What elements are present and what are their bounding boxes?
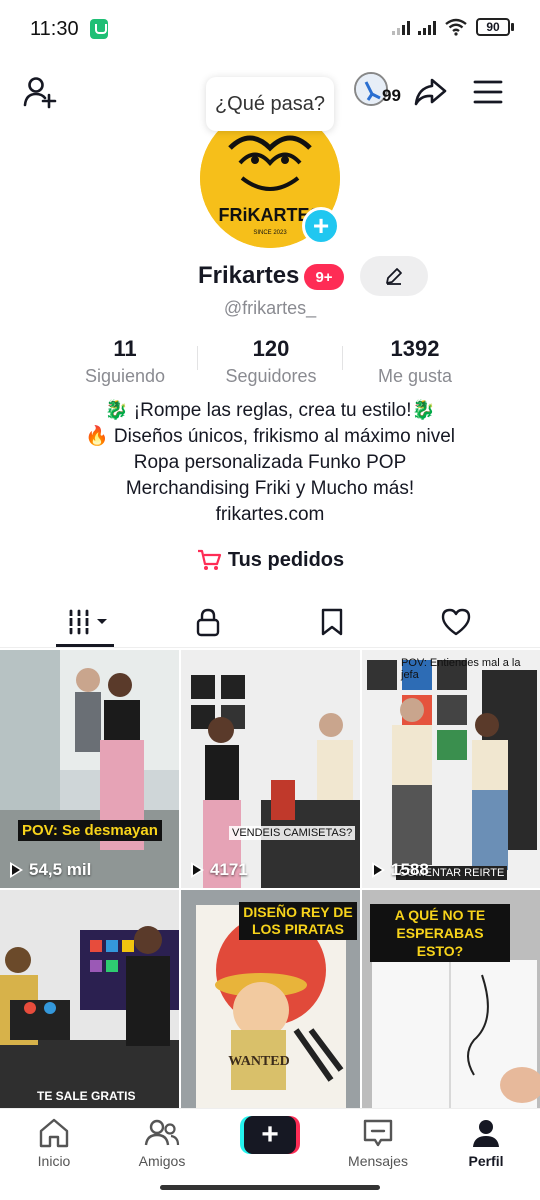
nav-home-label: Inicio (37, 1153, 71, 1169)
followers-count: 120 (252, 336, 290, 361)
orders-label: Tus pedidos (227, 548, 345, 571)
name-row: Frikartes 9+ (0, 256, 540, 298)
active-tab-indicator (56, 644, 114, 647)
profile-bio: 🐉 ¡Rompe las reglas, crea tu estilo!🐉 🔥 … (0, 398, 540, 528)
orders-button[interactable]: Tus pedidos (0, 548, 540, 572)
following-count: 11 (113, 336, 137, 361)
video-preview-image (0, 650, 179, 888)
bio-line: Ropa personalizada Funko POP (133, 452, 407, 473)
signal-icon (418, 19, 436, 35)
svg-text:WANTED: WANTED (228, 1054, 289, 1069)
edit-profile-button[interactable] (360, 256, 428, 296)
bio-line: 🔥 Diseños únicos, frikismo al máximo niv… (85, 426, 455, 447)
create-button[interactable]: + (240, 1116, 300, 1154)
hamburger-menu-icon (473, 80, 503, 104)
heart-icon (441, 608, 470, 636)
tab-private[interactable] (140, 598, 275, 646)
view-count: 54,5 mil (10, 860, 91, 880)
nav-home[interactable]: Inicio (4, 1117, 104, 1169)
nav-friends-label: Amigos (138, 1153, 186, 1169)
home-icon (39, 1118, 69, 1148)
bio-line: 🐉 ¡Rompe las reglas, crea tu estilo!🐉 (104, 400, 436, 421)
share-profile-button[interactable] (408, 70, 452, 114)
status-bar: 11:30 90 (0, 0, 540, 60)
pencil-icon (386, 268, 402, 285)
plus-icon: + (244, 1116, 296, 1154)
nav-profile[interactable]: Perfil (436, 1117, 536, 1169)
username: @frikartes_ (223, 298, 317, 318)
video-caption: A QUÉ NO TE ESPERABAS ESTO? (370, 904, 510, 962)
profile-icon (473, 1120, 499, 1147)
tab-liked[interactable] (388, 598, 523, 646)
profile-views-button[interactable]: 99 (354, 72, 410, 108)
content-tabs (0, 598, 540, 648)
likes-label: Me gusta (377, 366, 453, 386)
view-count: 1588 (372, 860, 429, 880)
signal-icon (392, 19, 410, 35)
lock-icon (196, 608, 219, 637)
notification-badge[interactable]: 9+ (304, 264, 344, 290)
view-count-text: 4171 (210, 860, 248, 879)
video-thumbnail[interactable]: VENDEIS CAMISETAS? 4171 (181, 650, 360, 888)
nav-profile-label: Perfil (468, 1153, 504, 1169)
video-thumbnail[interactable]: A QUÉ NO TE ESPERABAS ESTO? (362, 890, 540, 1108)
view-count-text: 1588 (391, 860, 429, 879)
video-grid: POV: Se desmayan 54,5 mil VENDEIS CAMISE… (0, 650, 540, 1108)
video-thumbnail[interactable]: POV: Entiendes mal a la jefa COMENTAR RE… (362, 650, 540, 888)
add-story-button[interactable]: + (302, 207, 340, 245)
bio-line: Merchandising Friki y Mucho más! (125, 478, 415, 499)
grid-icon (67, 609, 107, 635)
following-stat[interactable]: 11 Siguiendo (50, 336, 200, 387)
tab-saved[interactable] (264, 598, 399, 646)
status-tooltip[interactable]: ¿Qué pasa? (206, 77, 334, 131)
video-thumbnail[interactable]: TE SALE GRATIS (0, 890, 179, 1108)
likes-stat[interactable]: 1392 Me gusta (340, 336, 490, 387)
video-caption: VENDEIS CAMISETAS? (229, 826, 356, 840)
play-icon (191, 862, 204, 878)
battery-level: 90 (476, 18, 510, 36)
nav-messages-label: Mensajes (348, 1153, 408, 1169)
view-count-text: 54,5 mil (29, 860, 92, 879)
followers-label: Seguidores (225, 366, 317, 386)
bookmark-icon (321, 608, 342, 636)
add-user-icon (23, 77, 57, 109)
video-thumbnail[interactable]: WANTED DISEÑO REY DE LOS PIRATAS (181, 890, 360, 1108)
likes-count: 1392 (390, 336, 440, 361)
following-label: Siguiendo (84, 366, 166, 386)
video-preview-image (362, 650, 540, 888)
video-preview-image (0, 890, 179, 1108)
avatar-since-text: SINCE 2023 (253, 230, 287, 236)
gesture-bar[interactable] (160, 1185, 380, 1190)
friends-icon (144, 1119, 180, 1146)
play-icon (372, 862, 385, 878)
app-notification-icon (90, 19, 108, 39)
menu-button[interactable] (466, 70, 510, 114)
view-count: 4171 (191, 860, 248, 880)
video-caption: POV: Entiendes mal a la jefa (401, 657, 521, 681)
video-caption: POV: Se desmayan (18, 820, 162, 841)
bio-link[interactable]: frikartes.com (0, 502, 540, 528)
status-time: 11:30 (30, 18, 79, 40)
nav-friends[interactable]: Amigos (112, 1117, 212, 1169)
profile-views-count: 99 (382, 86, 401, 105)
status-icons: 90 (392, 18, 514, 36)
add-friend-button[interactable] (18, 70, 62, 114)
wifi-icon (445, 18, 467, 36)
share-icon (414, 78, 447, 106)
tab-videos[interactable] (22, 598, 157, 646)
play-icon (10, 862, 23, 878)
video-caption: DISEÑO REY DE LOS PIRATAS (239, 902, 357, 940)
video-caption: TE SALE GRATIS (37, 1089, 136, 1103)
display-name: Frikartes (198, 262, 300, 289)
battery-icon: 90 (476, 18, 514, 36)
cart-icon (197, 549, 221, 570)
video-preview-image (181, 650, 360, 888)
video-thumbnail[interactable]: POV: Se desmayan 54,5 mil (0, 650, 179, 888)
profile-stats: 11 Siguiendo 120 Seguidores 1392 Me gust… (0, 336, 540, 386)
nav-messages[interactable]: Mensajes (328, 1117, 428, 1169)
inbox-icon (363, 1119, 393, 1147)
bottom-navigation: Inicio Amigos + Mensajes Perfil (0, 1108, 540, 1182)
followers-stat[interactable]: 120 Seguidores (196, 336, 346, 387)
